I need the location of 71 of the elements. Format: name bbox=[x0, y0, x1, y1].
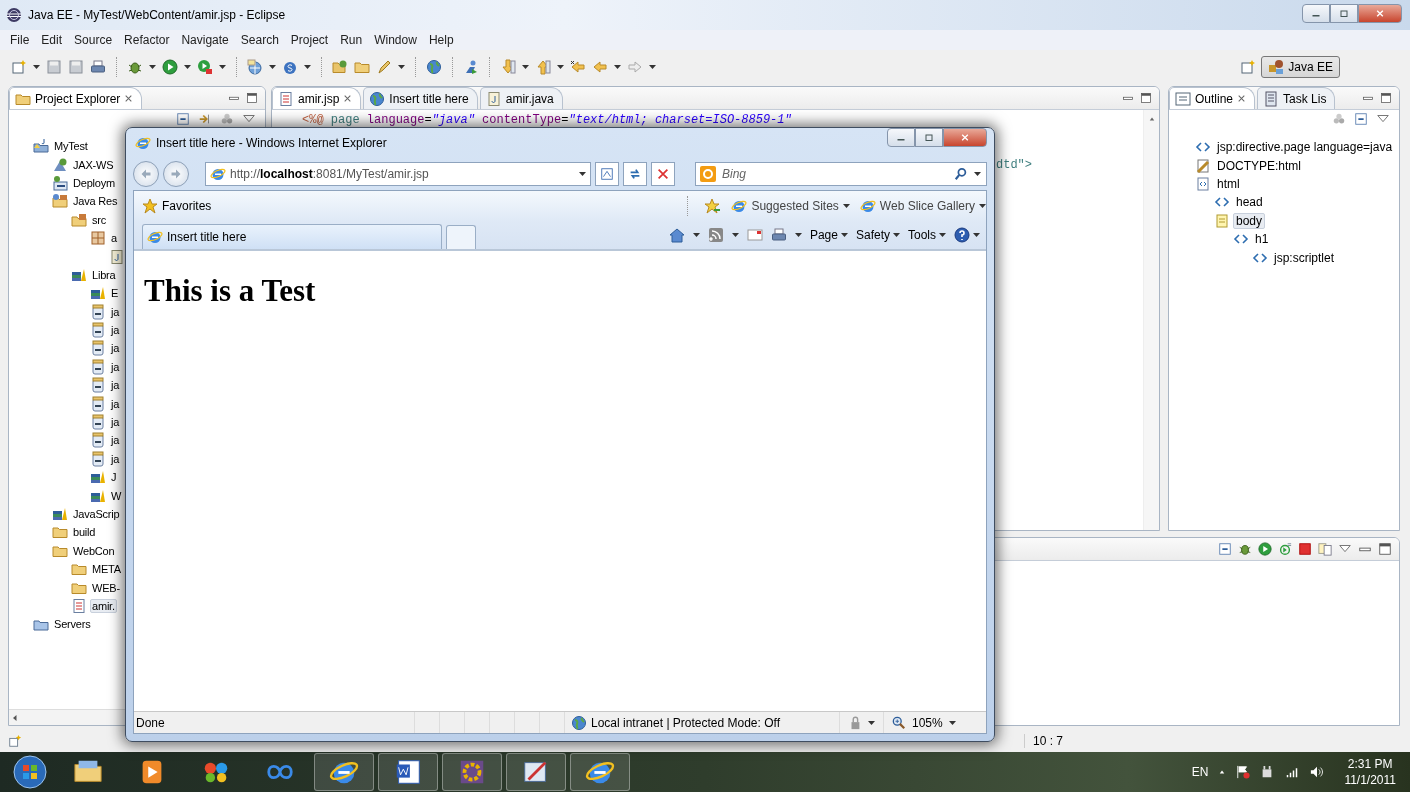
cursor-position: 10 : 7 bbox=[1024, 734, 1144, 748]
menu-item[interactable]: Run bbox=[334, 32, 369, 48]
menu-item[interactable]: Source bbox=[68, 32, 119, 48]
panel-tab[interactable]: Task Lis bbox=[1257, 87, 1336, 109]
tree-item[interactable]: src bbox=[90, 212, 109, 227]
menu-item[interactable]: File bbox=[4, 32, 36, 48]
command-menu[interactable]: Safety bbox=[855, 228, 900, 242]
tree-item[interactable]: ja bbox=[109, 433, 122, 448]
perspective-button[interactable]: Java EE bbox=[1261, 56, 1340, 78]
tree-item[interactable]: ja bbox=[109, 415, 122, 430]
tree-item[interactable]: J bbox=[109, 470, 119, 485]
outline-item[interactable]: jsp:directive.page language=java bbox=[1214, 139, 1396, 156]
window-title: Java EE - MyTest/WebContent/amir.jsp - Eclipse bbox=[28, 8, 287, 22]
browser-tab[interactable]: Insert title here bbox=[142, 224, 442, 249]
search-field[interactable]: Bing bbox=[695, 162, 987, 186]
tree-item[interactable]: amir. bbox=[90, 598, 117, 613]
panel-tab[interactable]: Outline bbox=[1169, 87, 1256, 109]
tree-item[interactable]: META bbox=[90, 562, 123, 577]
outline-item[interactable]: html bbox=[1214, 175, 1243, 192]
panel-tab[interactable]: Insert title here bbox=[363, 87, 478, 109]
menu-item[interactable]: Refactor bbox=[118, 32, 176, 48]
panel-tab[interactable]: amir.java bbox=[479, 87, 563, 109]
outline-item[interactable]: body bbox=[1233, 212, 1266, 229]
code-line: <%@ page language="java" contentType="text/html; charset=ISO-8859-1" bbox=[302, 113, 793, 128]
tree-item[interactable]: ja bbox=[109, 396, 122, 411]
tree-item[interactable]: ja bbox=[109, 359, 122, 374]
tree-item[interactable]: W bbox=[109, 488, 124, 503]
tree-item[interactable]: WEB- bbox=[90, 580, 122, 595]
menu-item[interactable]: Search bbox=[234, 32, 285, 48]
clock-date[interactable]: 11/1/2011 bbox=[1344, 772, 1396, 788]
tree-item[interactable]: build bbox=[71, 525, 98, 540]
outline-item[interactable]: jsp:scriptlet bbox=[1271, 249, 1338, 266]
favorites-link[interactable]: Suggested Sites bbox=[731, 198, 850, 214]
tree-item[interactable]: ja bbox=[109, 304, 122, 319]
tree-item[interactable]: E bbox=[109, 286, 121, 301]
zoom-button[interactable]: 105% bbox=[883, 712, 964, 733]
tree-item[interactable]: Java Res bbox=[71, 194, 120, 209]
clock-time[interactable]: 2:31 PM bbox=[1347, 756, 1393, 772]
favorites-link[interactable]: Web Slice Gallery bbox=[859, 198, 986, 214]
favorites-link[interactable]: Favorites bbox=[142, 198, 673, 214]
status-text: Done bbox=[135, 715, 166, 730]
outline-item[interactable]: DOCTYPE:html bbox=[1214, 157, 1304, 174]
tree-item[interactable]: ja bbox=[109, 323, 122, 338]
tree-item[interactable]: Deploym bbox=[71, 175, 117, 190]
tree-item[interactable]: JavaScrip bbox=[71, 507, 122, 521]
menu-item[interactable]: Navigate bbox=[175, 32, 235, 48]
language-indicator[interactable]: EN bbox=[1191, 765, 1209, 779]
tree-item[interactable]: WebCon bbox=[71, 543, 117, 558]
window-title: Insert title here - Windows Internet Explorer bbox=[156, 136, 388, 150]
outline-item[interactable]: h1 bbox=[1252, 231, 1272, 248]
tree-item[interactable]: a bbox=[109, 231, 119, 246]
code-line: dtd"> bbox=[996, 158, 1033, 173]
command-menu[interactable]: Page bbox=[809, 228, 848, 242]
address-field[interactable]: http://localhost:8081/MyTest/amir.jsp bbox=[205, 162, 591, 186]
tree-item[interactable]: ja bbox=[109, 341, 122, 356]
menu-item[interactable]: Edit bbox=[35, 32, 69, 48]
tree-item[interactable]: Libra bbox=[90, 267, 118, 282]
outline-item[interactable]: head bbox=[1233, 194, 1266, 211]
tree-item[interactable]: Servers bbox=[52, 617, 93, 632]
page-heading: This is a Test bbox=[144, 273, 317, 309]
tree-item[interactable]: JAX-WS bbox=[71, 157, 116, 172]
tree-item[interactable]: MyTest bbox=[52, 139, 90, 154]
menu-item[interactable]: Help bbox=[422, 32, 460, 48]
tree-item[interactable]: ja bbox=[109, 451, 122, 466]
tree-item[interactable]: ja bbox=[109, 378, 122, 393]
panel-tab[interactable]: amir.jsp bbox=[272, 87, 362, 109]
security-zone: Local intranet | Protected Mode: Off bbox=[564, 712, 839, 733]
menu-item[interactable]: Window bbox=[368, 32, 423, 48]
menu-item[interactable]: Project bbox=[284, 32, 335, 48]
panel-tab[interactable]: Project Explorer bbox=[9, 87, 143, 109]
command-menu[interactable]: Tools bbox=[908, 228, 946, 242]
